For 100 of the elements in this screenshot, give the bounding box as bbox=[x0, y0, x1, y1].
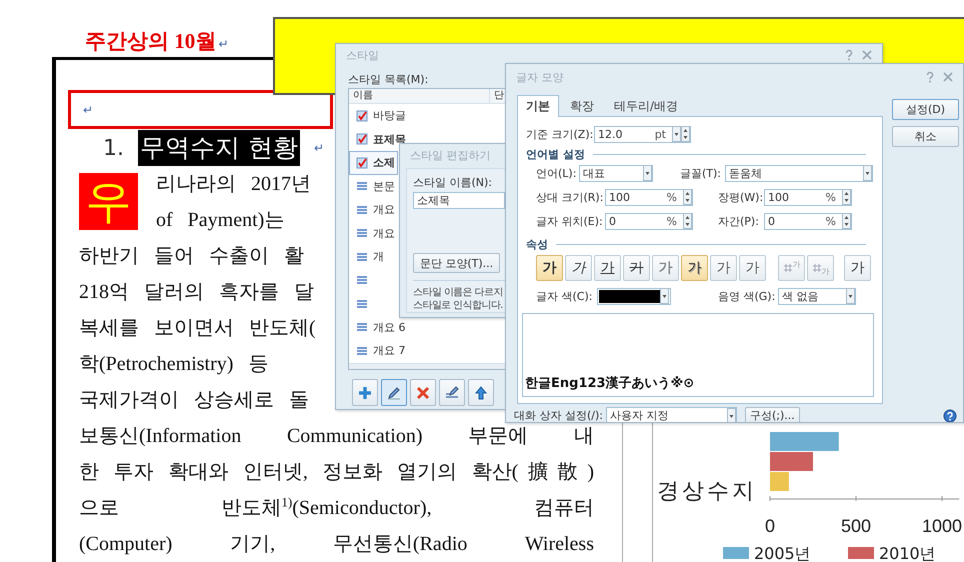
paragraph-mark: ↵ bbox=[83, 103, 93, 117]
grid-icon bbox=[782, 263, 792, 273]
checkbox-icon bbox=[356, 156, 368, 169]
close-icon bbox=[943, 72, 953, 82]
spin-icon bbox=[681, 126, 690, 142]
style-list-item[interactable]: 개요 7 bbox=[349, 339, 408, 362]
field-label: 대화 상자 설정(/): bbox=[514, 408, 602, 422]
spin-field[interactable]: 0 % bbox=[605, 212, 693, 230]
style-icon bbox=[356, 321, 368, 334]
style-list-item[interactable]: 개요 6 bbox=[349, 316, 408, 339]
spin-icon bbox=[683, 213, 692, 229]
style-name-field[interactable]: 소제목 bbox=[413, 192, 505, 209]
shadow-button[interactable]: 가 bbox=[681, 255, 708, 281]
legend-label: 2005년 bbox=[754, 544, 811, 562]
drop-cap: 우 bbox=[79, 173, 138, 230]
caret-icon bbox=[846, 288, 855, 304]
dialog-title: 스타일 편집하기 bbox=[410, 148, 490, 162]
field-label: 글꼴(T): bbox=[680, 166, 722, 180]
body-text-line: 복세를 보이면서 반도체( bbox=[79, 316, 316, 341]
caret-icon bbox=[643, 165, 652, 181]
field-label: 상대 크기(R): bbox=[536, 190, 604, 204]
shade-color-dropdown[interactable]: 색 없음 bbox=[778, 288, 856, 304]
spin-field[interactable]: 100 % bbox=[764, 188, 852, 206]
style-icon bbox=[356, 250, 368, 263]
legend-swatch bbox=[723, 547, 749, 559]
preview-text: 한글Eng123漢子あいう※⊙ bbox=[525, 375, 694, 392]
paragraph-mark: ↵ bbox=[314, 140, 324, 156]
underline-button[interactable]: 가 bbox=[594, 255, 621, 281]
text-color-picker[interactable] bbox=[597, 288, 671, 304]
engrave-button[interactable]: 가 bbox=[739, 255, 766, 281]
note-text: 스타일 이름은 다르지 스타일로 인식합니다. bbox=[413, 286, 503, 312]
style-icon bbox=[356, 204, 368, 216]
section-title: 무역수지 현황 bbox=[138, 130, 300, 166]
edit-style-button[interactable] bbox=[381, 379, 407, 406]
field-label: 기준 크기(Z): bbox=[526, 126, 594, 142]
style-icon bbox=[356, 344, 368, 357]
style-icon bbox=[356, 180, 368, 192]
close-icon bbox=[862, 50, 872, 60]
normal-button[interactable]: 가 bbox=[844, 255, 871, 281]
style-list-item[interactable]: 표제목 bbox=[349, 128, 409, 151]
style-list-item[interactable]: 소제 bbox=[349, 151, 398, 174]
document-title: 주간상의 10월 bbox=[85, 28, 216, 55]
body-text-line: of Payment)는 bbox=[156, 208, 284, 233]
tab[interactable]: 기본 bbox=[517, 95, 559, 117]
body-text-line: 학(Petrochemistry) 등 bbox=[79, 352, 268, 377]
field-label: 음영 색(G): bbox=[718, 288, 776, 304]
style-list-item[interactable]: 개요 bbox=[349, 222, 398, 245]
dialog-title: 스타일 bbox=[346, 48, 379, 62]
dialog-setting-dropdown[interactable]: 사용자 지정 bbox=[606, 407, 737, 422]
caret-icon bbox=[863, 165, 872, 181]
help-icon bbox=[943, 408, 957, 422]
tick-label: 500 bbox=[840, 516, 872, 536]
rename-style-button[interactable] bbox=[439, 379, 465, 406]
emboss-button[interactable]: 가 bbox=[710, 255, 737, 281]
up-arrow-icon bbox=[472, 384, 490, 402]
body-text-line: 하반기 들어 수출이 활 bbox=[79, 244, 304, 269]
style-icon bbox=[356, 274, 368, 286]
spin-field[interactable]: 100 % bbox=[605, 188, 693, 206]
grid-icon bbox=[812, 263, 822, 273]
italic-button[interactable]: 가 bbox=[565, 255, 592, 281]
base-size-field[interactable]: 12.0 pt bbox=[594, 126, 691, 142]
delete-style-button[interactable] bbox=[410, 379, 436, 406]
strike-button[interactable]: 가 bbox=[623, 255, 650, 281]
column-header: 이름 bbox=[349, 89, 490, 103]
config-button[interactable]: 구성(;)... bbox=[745, 407, 800, 422]
bold-button[interactable]: 가 bbox=[536, 255, 563, 281]
body-text-line: 한 투자 확대와 인터넷, 정보화 열기의 확산(擴散) bbox=[79, 460, 594, 485]
up-style-button[interactable] bbox=[468, 379, 494, 406]
caret-icon bbox=[672, 126, 681, 142]
font-dropdown[interactable]: 돋움체 bbox=[725, 164, 873, 182]
tick-label: 0 bbox=[765, 516, 775, 536]
caret-icon bbox=[660, 288, 669, 304]
legend-swatch bbox=[848, 547, 874, 559]
language-dropdown[interactable]: 대표 bbox=[579, 164, 653, 182]
section-label: 언어별 설정 bbox=[526, 146, 585, 162]
field-label: 언어(L): bbox=[536, 166, 578, 180]
spin-icon bbox=[842, 189, 851, 205]
field-label: 자간(P): bbox=[718, 214, 760, 228]
paragraph-shape-button[interactable]: 문단 모양(T)... bbox=[413, 253, 500, 273]
body-text-line: 218억 달러의 흑자를 달 bbox=[79, 280, 314, 305]
add-style-button[interactable] bbox=[352, 379, 378, 406]
style-list-item[interactable]: 개요 bbox=[349, 198, 398, 222]
body-text-line: 보통신(Information Communication) 부문에 내 bbox=[79, 424, 594, 449]
field-label: 스타일 이름(N): bbox=[413, 175, 494, 190]
tab[interactable]: 확장 bbox=[561, 96, 603, 116]
body-text-line: (Computer) 기기, 무선통신(Radio Wireless bbox=[79, 532, 594, 557]
style-list-item[interactable]: 바탕글 bbox=[349, 104, 409, 128]
column-header: 단 bbox=[493, 89, 504, 103]
paragraph-mark: ↵ bbox=[218, 37, 228, 52]
checkbox-icon bbox=[356, 110, 368, 122]
spin-icon bbox=[842, 213, 851, 229]
tab[interactable]: 테두리/배경 bbox=[605, 96, 688, 116]
style-list-item[interactable]: 본문 bbox=[349, 174, 398, 198]
dialog-button[interactable]: 취소 bbox=[892, 126, 959, 147]
spin-icon bbox=[683, 189, 692, 205]
dialog-button[interactable]: 설정(D) bbox=[892, 99, 959, 120]
style-icon bbox=[356, 227, 368, 240]
checkbox-icon bbox=[356, 133, 368, 146]
style-list-item[interactable]: 개 bbox=[349, 245, 387, 268]
spin-field[interactable]: 0 % bbox=[764, 212, 852, 230]
